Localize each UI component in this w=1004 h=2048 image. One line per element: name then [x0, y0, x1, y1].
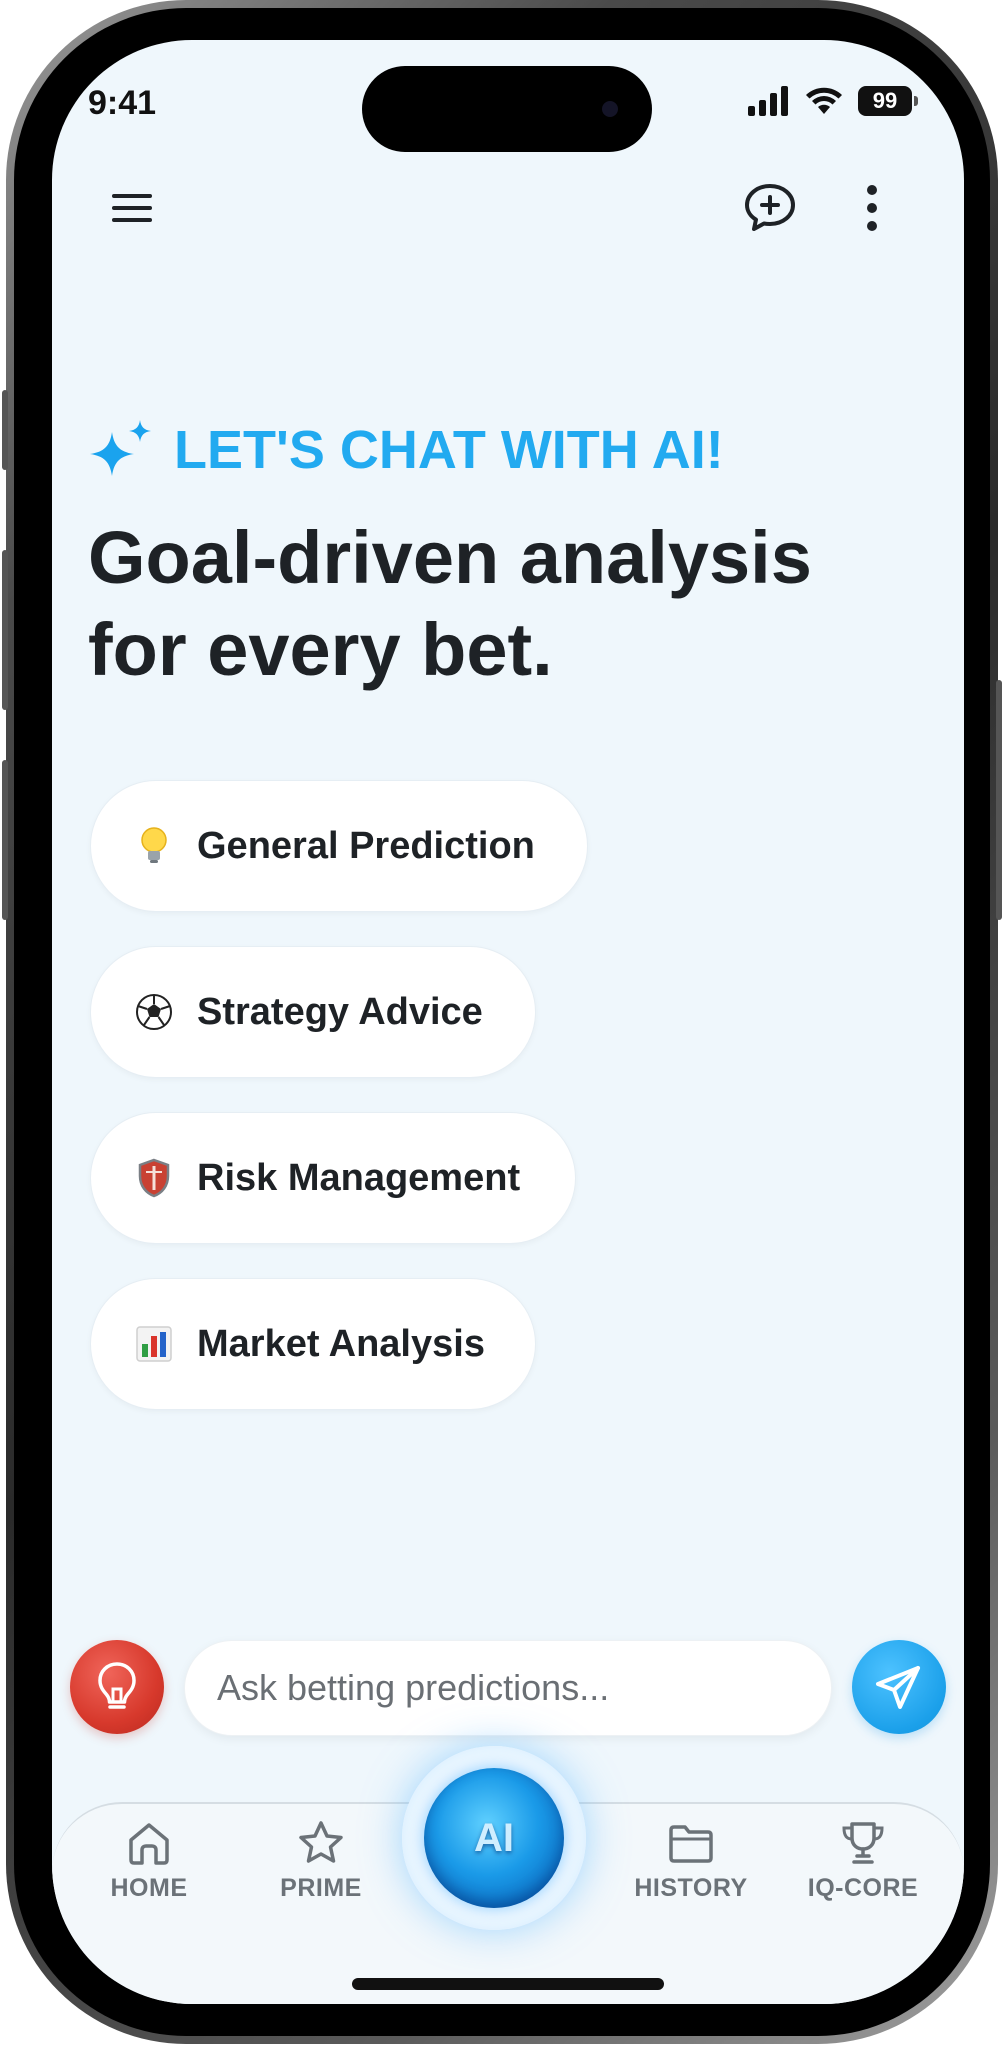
lightbulb-icon [133, 825, 175, 867]
chip-label: Strategy Advice [197, 990, 483, 1033]
volume-up-button [2, 550, 8, 710]
tab-history-label: HISTORY [634, 1874, 748, 1902]
tab-prime[interactable]: PRIME [246, 1818, 396, 1903]
tab-home[interactable]: HOME [74, 1818, 224, 1903]
shield-icon [133, 1157, 175, 1199]
power-button [996, 680, 1002, 920]
signal-icon [748, 86, 788, 116]
phone-frame: 9:41 99 LET'S CHAT WITH AI! Goal-driven … [2, 0, 1002, 2044]
mute-switch [2, 390, 8, 470]
bar-chart-icon [133, 1323, 175, 1365]
tab-history[interactable]: HISTORY [616, 1818, 766, 1903]
status-icons: 99 [748, 86, 918, 116]
home-icon [129, 1823, 169, 1865]
ai-button-label: AI [474, 1815, 514, 1860]
more-icon[interactable] [852, 180, 892, 236]
folder-icon [669, 1825, 713, 1863]
menu-icon[interactable] [108, 184, 156, 232]
send-button[interactable] [852, 1640, 946, 1734]
idea-button[interactable] [70, 1640, 164, 1734]
battery-tip [914, 96, 918, 106]
battery-level: 99 [858, 86, 912, 116]
suggestion-strategy-advice[interactable]: Strategy Advice [90, 946, 536, 1078]
status-time: 9:41 [88, 84, 157, 122]
prompt-input[interactable] [185, 1641, 831, 1735]
chip-label: General Prediction [197, 824, 535, 867]
sparkle-icon [90, 420, 151, 476]
lightbulb-icon [98, 1662, 136, 1709]
front-camera [602, 101, 618, 117]
battery-icon: 99 [858, 86, 918, 116]
star-icon [299, 1821, 343, 1863]
tab-home-label: HOME [110, 1874, 188, 1902]
new-chat-icon[interactable] [742, 180, 798, 236]
trophy-icon [842, 1822, 884, 1864]
prompt-input-box [184, 1640, 832, 1736]
wifi-icon [806, 87, 842, 114]
hero-kicker: LET'S CHAT WITH AI! [86, 418, 724, 482]
suggestion-general-prediction[interactable]: General Prediction [90, 780, 588, 912]
hero-kicker-text: LET'S CHAT WITH AI! [174, 420, 724, 480]
soccer-ball-icon [133, 991, 175, 1033]
volume-down-button [2, 760, 8, 920]
tab-iq-core-label: IQ-CORE [807, 1874, 919, 1902]
ai-center-button[interactable]: AI [424, 1768, 564, 1908]
chip-label: Market Analysis [197, 1322, 485, 1365]
chip-label: Risk Management [197, 1156, 521, 1199]
tab-prime-label: PRIME [280, 1874, 362, 1902]
send-icon [876, 1666, 920, 1709]
dynamic-island [362, 66, 652, 152]
home-indicator[interactable] [352, 1978, 664, 1990]
tab-iq-core[interactable]: IQ-CORE [788, 1818, 938, 1903]
suggestion-risk-management[interactable]: Risk Management [90, 1112, 576, 1244]
hero-headline: Goal-driven analysis for every bet. [88, 516, 812, 691]
suggestion-market-analysis[interactable]: Market Analysis [90, 1278, 536, 1410]
app-screen: 9:41 99 LET'S CHAT WITH AI! Goal-driven … [52, 40, 964, 2004]
